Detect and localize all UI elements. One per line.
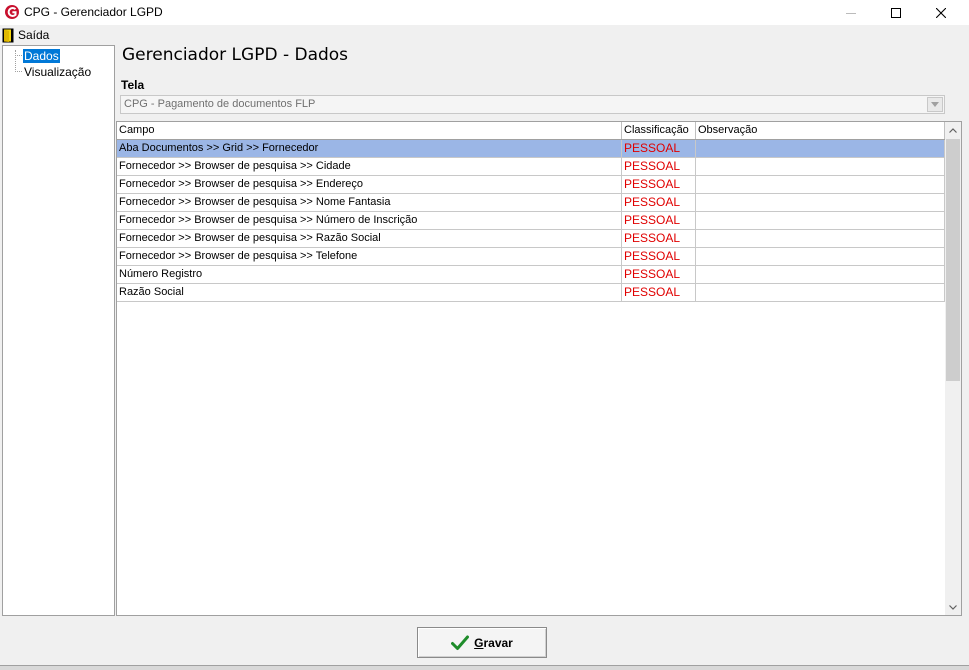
- vertical-scrollbar[interactable]: [945, 122, 961, 615]
- chevron-up-icon: [949, 127, 957, 133]
- cell-campo[interactable]: Número Registro: [117, 266, 622, 283]
- tree-connector: [15, 71, 22, 72]
- data-grid: Campo Classificação Observação Aba Docum…: [116, 121, 962, 616]
- cell-campo[interactable]: Fornecedor >> Browser de pesquisa >> Tel…: [117, 248, 622, 265]
- maximize-icon: [891, 7, 901, 18]
- minimize-button[interactable]: [828, 0, 874, 25]
- cell-observacao[interactable]: [696, 158, 945, 175]
- cell-observacao[interactable]: [696, 212, 945, 229]
- table-row[interactable]: Fornecedor >> Browser de pesquisa >> Raz…: [117, 230, 945, 248]
- table-row[interactable]: Fornecedor >> Browser de pesquisa >> End…: [117, 176, 945, 194]
- table-row[interactable]: Aba Documentos >> Grid >> Fornecedor PESS…: [117, 140, 945, 158]
- cell-classificacao[interactable]: PESSOAL: [622, 230, 696, 247]
- window-title: CPG - Gerenciador LGPD: [24, 5, 163, 19]
- maximize-button[interactable]: [873, 0, 919, 25]
- tree-connector: [15, 55, 22, 56]
- cell-observacao[interactable]: [696, 194, 945, 211]
- cell-classificacao[interactable]: PESSOAL: [622, 158, 696, 175]
- cell-campo[interactable]: Fornecedor >> Browser de pesquisa >> Nom…: [117, 194, 622, 211]
- title-bar: CPG - Gerenciador LGPD: [0, 0, 969, 25]
- cell-campo[interactable]: Fornecedor >> Browser de pesquisa >> End…: [117, 176, 622, 193]
- cell-classificacao[interactable]: PESSOAL: [622, 248, 696, 265]
- cell-observacao[interactable]: [696, 140, 945, 157]
- cell-classificacao[interactable]: PESSOAL: [622, 284, 696, 301]
- table-row[interactable]: Fornecedor >> Browser de pesquisa >> Tel…: [117, 248, 945, 266]
- cell-campo[interactable]: Fornecedor >> Browser de pesquisa >> Raz…: [117, 230, 622, 247]
- cell-campo[interactable]: Fornecedor >> Browser de pesquisa >> Núm…: [117, 212, 622, 229]
- table-row[interactable]: Fornecedor >> Browser de pesquisa >> Núm…: [117, 212, 945, 230]
- status-strip: [0, 665, 969, 670]
- cell-classificacao[interactable]: PESSOAL: [622, 140, 696, 157]
- scroll-down-button[interactable]: [945, 599, 961, 615]
- sidebar-item-dados[interactable]: Dados: [23, 49, 60, 63]
- cell-observacao[interactable]: [696, 176, 945, 193]
- save-button[interactable]: Gravar: [417, 627, 547, 658]
- cell-observacao[interactable]: [696, 248, 945, 265]
- cell-classificacao[interactable]: PESSOAL: [622, 176, 696, 193]
- chevron-down-icon: [931, 102, 939, 107]
- cell-classificacao[interactable]: PESSOAL: [622, 194, 696, 211]
- column-header-campo[interactable]: Campo: [117, 122, 622, 139]
- table-row[interactable]: Fornecedor >> Browser de pesquisa >> Cid…: [117, 158, 945, 176]
- check-icon: [451, 635, 470, 650]
- column-header-classificacao[interactable]: Classificação: [622, 122, 696, 139]
- cell-observacao[interactable]: [696, 230, 945, 247]
- table-row[interactable]: Número Registro PESSOAL: [117, 266, 945, 284]
- cell-classificacao[interactable]: PESSOAL: [622, 266, 696, 283]
- column-header-observacao[interactable]: Observação: [696, 122, 945, 139]
- tela-select[interactable]: CPG - Pagamento de documentos FLP: [120, 95, 945, 114]
- exit-menu-label: Saída: [18, 28, 50, 42]
- app-logo-icon: [5, 5, 19, 19]
- table-row[interactable]: Fornecedor >> Browser de pesquisa >> Nom…: [117, 194, 945, 212]
- cell-classificacao[interactable]: PESSOAL: [622, 212, 696, 229]
- close-button[interactable]: [918, 0, 964, 25]
- exit-door-icon: [2, 28, 14, 42]
- tela-dropdown-button[interactable]: [927, 97, 943, 112]
- exit-menu-item[interactable]: Saída: [2, 27, 49, 43]
- sidebar-tree: Dados Visualização: [2, 45, 115, 616]
- scroll-up-button[interactable]: [945, 122, 961, 138]
- menu-bar: Saída: [0, 25, 969, 44]
- table-row[interactable]: Razão Social PESSOAL: [117, 284, 945, 302]
- scroll-thumb[interactable]: [946, 139, 960, 381]
- save-button-label: Gravar: [474, 635, 513, 650]
- page-title: Gerenciador LGPD - Dados: [122, 45, 349, 65]
- cell-observacao[interactable]: [696, 284, 945, 301]
- cell-campo[interactable]: Aba Documentos >> Grid >> Fornecedor: [117, 140, 622, 157]
- close-icon: [936, 7, 946, 18]
- grid-body: Aba Documentos >> Grid >> Fornecedor PESS…: [117, 140, 945, 302]
- cell-campo[interactable]: Fornecedor >> Browser de pesquisa >> Cid…: [117, 158, 622, 175]
- minimize-icon: [846, 12, 856, 14]
- cell-observacao[interactable]: [696, 266, 945, 283]
- tree-connector: [15, 50, 16, 72]
- grid-header: Campo Classificação Observação: [117, 122, 945, 140]
- tela-select-value: CPG - Pagamento de documentos FLP: [124, 98, 316, 110]
- sidebar-item-visualizacao[interactable]: Visualização: [23, 65, 92, 79]
- tela-label: Tela: [121, 78, 145, 92]
- chevron-down-icon: [949, 604, 957, 610]
- cell-campo[interactable]: Razão Social: [117, 284, 622, 301]
